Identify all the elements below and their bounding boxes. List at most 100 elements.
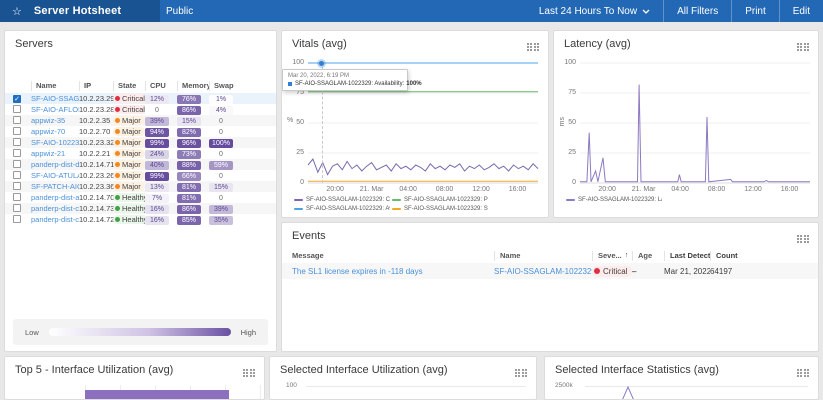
edit-button[interactable]: Edit bbox=[779, 0, 823, 22]
server-name-link[interactable]: panderp-dist-db-d bbox=[31, 160, 79, 169]
latency-chart[interactable] bbox=[580, 63, 810, 183]
chart-tooltip: Mar 20, 2022, 6:19 PM SF-AIO-SSAGLAM-102… bbox=[282, 69, 408, 91]
x-axis-tick: 21. Mar bbox=[632, 186, 656, 193]
row-checkbox[interactable] bbox=[13, 204, 21, 212]
server-ip: 10.2.2.70 bbox=[79, 127, 113, 136]
print-button[interactable]: Print bbox=[731, 0, 779, 22]
column-header[interactable]: Age bbox=[632, 251, 664, 261]
favorite-star-icon[interactable]: ☆ bbox=[12, 5, 22, 18]
column-header[interactable]: Count bbox=[710, 251, 752, 261]
server-row[interactable]: ✓SF-AIO-SSAGLAM10.2.23.29Critical12%76%1… bbox=[5, 93, 276, 104]
server-name-link[interactable]: appwiz-35 bbox=[31, 116, 65, 125]
event-message-link[interactable]: The SL1 license expires in -118 days bbox=[292, 267, 423, 276]
server-row[interactable]: SF-AIO-AFLORES10.2.23.28Critical086%4% bbox=[5, 104, 276, 115]
page-title: Server Hotsheet bbox=[34, 5, 121, 17]
swap-cell: 1% bbox=[209, 94, 245, 104]
server-name-link[interactable]: SF-AIO-AFLORES bbox=[31, 105, 79, 114]
server-ip: 10.2.23.28 bbox=[79, 105, 113, 114]
x-axis-tick: 04:00 bbox=[671, 186, 689, 193]
event-count: 64197 bbox=[710, 267, 752, 276]
legend-item[interactable]: SF-AIO-SSAGLAM-1022329: Physical ... bbox=[392, 195, 488, 204]
column-header[interactable]: Last Detected bbox=[664, 251, 710, 261]
row-checkbox[interactable] bbox=[13, 193, 21, 201]
server-row[interactable]: appwiz-7010.2.2.70Major94%82%0 bbox=[5, 126, 276, 137]
latency-panel-title: Latency (avg) bbox=[564, 38, 631, 50]
server-name-link[interactable]: panderp-dist-cug2 bbox=[31, 204, 79, 213]
server-row[interactable]: SF-PATCH-AIO-JT10.2.23.36Major13%81%15% bbox=[5, 181, 276, 192]
widget-options-icon[interactable] bbox=[515, 365, 528, 374]
column-header-memory[interactable]: Memory bbox=[177, 81, 209, 91]
column-header[interactable]: Seve...↑ bbox=[592, 251, 632, 261]
x-axis-tick: 21. Mar bbox=[360, 186, 384, 193]
row-checkbox[interactable] bbox=[13, 171, 21, 179]
server-name-link[interactable]: SF-AIO-ATULACI bbox=[31, 171, 79, 180]
server-row[interactable]: panderp-dist-cug210.2.14.73Healthy16%86%… bbox=[5, 203, 276, 214]
row-checkbox[interactable] bbox=[13, 127, 21, 135]
hover-point-marker bbox=[317, 59, 326, 68]
widget-options-icon[interactable] bbox=[797, 39, 810, 48]
memory-cell: 73% bbox=[177, 149, 209, 159]
row-checkbox[interactable] bbox=[13, 105, 21, 113]
server-name-link[interactable]: SF-PATCH-AIO-JT bbox=[31, 182, 79, 191]
server-name-link[interactable]: panderp-dist-ap-d bbox=[31, 193, 79, 202]
x-axis-tick: 08:00 bbox=[708, 186, 726, 193]
sort-ascending-icon[interactable]: ↑ bbox=[625, 251, 629, 261]
event-device-link[interactable]: SF-AIO-SSAGLAM-1022329 bbox=[494, 267, 592, 276]
row-checkbox[interactable] bbox=[13, 138, 21, 146]
server-ip: 10.2.2.35 bbox=[79, 116, 113, 125]
column-header-state[interactable]: State bbox=[113, 81, 145, 91]
server-ip: 10.2.23.32 bbox=[79, 138, 113, 147]
cpu-cell: 16% bbox=[145, 215, 177, 225]
y-axis-tick: 50 bbox=[284, 119, 304, 126]
server-name-link[interactable]: appwiz-70 bbox=[31, 127, 65, 136]
server-state-badge: Major bbox=[113, 171, 145, 180]
column-header[interactable]: Message bbox=[292, 251, 494, 261]
column-header[interactable]: Name bbox=[494, 251, 592, 261]
server-row[interactable]: appwiz-2110.2.2.21Major24%73%0 bbox=[5, 148, 276, 159]
legend-item[interactable]: SF-AIO-SSAGLAM-1022329: Availabi... bbox=[294, 204, 390, 213]
row-checkbox[interactable] bbox=[13, 149, 21, 157]
legend-swatch bbox=[566, 199, 575, 201]
server-ip: 10.2.2.21 bbox=[79, 149, 113, 158]
server-name-link[interactable]: appwiz-21 bbox=[31, 149, 65, 158]
server-name-link[interactable]: SF-AIO-1022332 bbox=[31, 138, 79, 147]
column-header-ip[interactable]: IP bbox=[79, 81, 113, 91]
event-row[interactable]: The SL1 license expires in -118 days SF-A… bbox=[282, 263, 818, 279]
time-range-selector[interactable]: Last 24 Hours To Now bbox=[526, 0, 663, 22]
events-panel-title: Events bbox=[292, 230, 326, 242]
server-row[interactable]: appwiz-3510.2.2.35Major39%15%0 bbox=[5, 115, 276, 126]
server-row[interactable]: SF-AIO-ATULACI10.2.23.26Major99%66%0 bbox=[5, 170, 276, 181]
row-checkbox[interactable] bbox=[13, 116, 21, 124]
cpu-cell: 16% bbox=[145, 204, 177, 214]
row-checkbox[interactable] bbox=[13, 160, 21, 168]
widget-options-icon[interactable] bbox=[527, 39, 540, 48]
memory-cell: 96% bbox=[177, 138, 209, 148]
column-header-swap[interactable]: Swap bbox=[209, 81, 245, 91]
server-row[interactable]: panderp-dist-ap-d10.2.14.70Healthy7%81%0 bbox=[5, 192, 276, 203]
server-name-link[interactable]: panderp-dist-cug1 bbox=[31, 215, 79, 224]
cpu-cell: 12% bbox=[145, 94, 177, 104]
widget-options-icon[interactable] bbox=[243, 365, 256, 374]
swap-cell: 100% bbox=[209, 138, 245, 148]
legend-item[interactable]: SF-AIO-SSAGLAM-1022329: CPU Uti... bbox=[294, 195, 390, 204]
server-name-link[interactable]: SF-AIO-SSAGLAM bbox=[31, 94, 79, 103]
server-ip: 10.2.14.72 bbox=[79, 215, 113, 224]
row-checkbox[interactable] bbox=[13, 215, 21, 223]
server-row[interactable]: panderp-dist-db-d10.2.14.71Major40%88%59… bbox=[5, 159, 276, 170]
y-axis-tick: 50 bbox=[556, 119, 576, 126]
y-axis-tick: 100 bbox=[556, 59, 576, 66]
row-checkbox[interactable]: ✓ bbox=[13, 95, 21, 103]
latency-legend: SF-AIO-SSAGLAM-1022329: Latency bbox=[566, 195, 662, 204]
legend-item[interactable]: SF-AIO-SSAGLAM-1022329: Latency bbox=[566, 195, 662, 204]
server-row[interactable]: panderp-dist-cug110.2.14.72Healthy16%85%… bbox=[5, 214, 276, 225]
row-checkbox[interactable] bbox=[13, 182, 21, 190]
column-header-name[interactable]: Name bbox=[31, 81, 79, 91]
column-header-cpu[interactable]: CPU bbox=[145, 81, 177, 91]
utilization-bar[interactable] bbox=[85, 390, 229, 400]
all-filters-button[interactable]: All Filters bbox=[663, 0, 731, 22]
legend-item[interactable]: SF-AIO-SSAGLAM-1022329: Swap M... bbox=[392, 204, 488, 213]
event-age: – bbox=[632, 267, 664, 276]
server-row[interactable]: SF-AIO-102233210.2.23.32Major99%96%100% bbox=[5, 137, 276, 148]
widget-options-icon[interactable] bbox=[797, 231, 810, 240]
memory-cell: 86% bbox=[177, 204, 209, 214]
